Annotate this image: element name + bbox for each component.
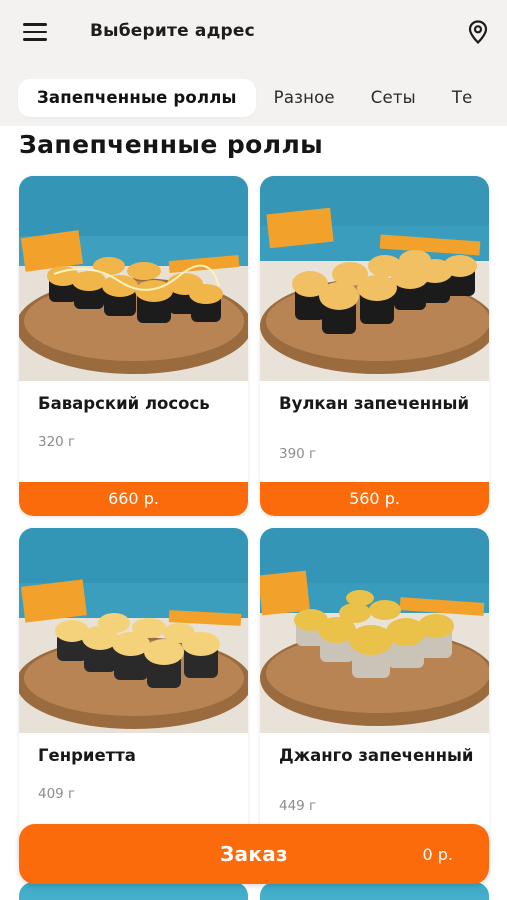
- product-card-peek: [260, 882, 489, 900]
- product-name: Баварский лосось: [38, 394, 210, 413]
- address-selector[interactable]: Выберите адрес: [90, 21, 255, 41]
- product-list: Запепченные роллы Баварский лосось 320 г…: [0, 126, 507, 900]
- section-title: Запепченные роллы: [19, 130, 324, 159]
- product-card[interactable]: Джанго запеченный 449 г: [260, 528, 489, 868]
- tab-partial[interactable]: Те: [434, 79, 491, 117]
- product-card[interactable]: Вулкан запеченный 390 г 560 р.: [260, 176, 489, 516]
- product-photo: [19, 528, 248, 733]
- price-button[interactable]: 560 р.: [260, 482, 489, 516]
- product-name: Вулкан запеченный: [279, 394, 470, 413]
- product-weight: 320 г: [38, 434, 76, 450]
- price-button[interactable]: 660 р.: [19, 482, 248, 516]
- tab-baked-rolls[interactable]: Запепченные роллы: [18, 79, 256, 117]
- product-card[interactable]: Генриетта 409 г: [19, 528, 248, 868]
- product-weight: 409 г: [38, 786, 76, 802]
- order-total: 0 р.: [422, 845, 453, 864]
- product-name: Генриетта: [38, 746, 136, 765]
- product-photo: [19, 176, 248, 381]
- product-name: Джанго запеченный: [279, 746, 474, 765]
- order-button[interactable]: Заказ 0 р.: [19, 824, 489, 884]
- order-label: Заказ: [220, 842, 288, 866]
- top-bar: Выберите адрес: [0, 0, 507, 62]
- map-pin-icon[interactable]: [468, 20, 488, 45]
- hamburger-menu-icon[interactable]: [22, 21, 48, 43]
- tab-sets[interactable]: Сеты: [353, 79, 434, 117]
- product-weight: 449 г: [279, 798, 317, 814]
- product-card-peek: [19, 882, 248, 900]
- category-tabs: Запепченные роллы Разное Сеты Те: [0, 70, 507, 126]
- product-photo: [260, 176, 489, 381]
- tab-misc[interactable]: Разное: [256, 79, 353, 117]
- product-weight: 390 г: [279, 446, 317, 462]
- product-photo: [260, 528, 489, 733]
- product-card[interactable]: Баварский лосось 320 г 660 р.: [19, 176, 248, 516]
